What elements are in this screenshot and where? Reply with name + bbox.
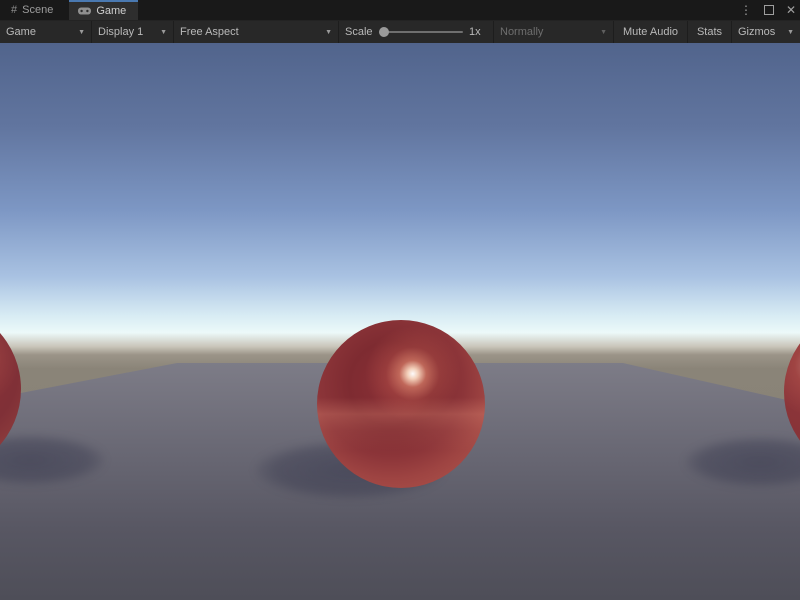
scale-slider[interactable]: [379, 21, 463, 43]
mute-audio-label: Mute Audio: [623, 26, 678, 38]
chevron-down-icon: ▼: [70, 29, 85, 36]
close-icon[interactable]: ✕: [786, 4, 796, 16]
tab-bar: # Scene Game ⋮ ✕: [0, 0, 800, 20]
scale-label: Scale: [345, 26, 373, 38]
tab-scene-label: Scene: [22, 4, 53, 16]
view-popup-label: Game: [6, 26, 36, 38]
chevron-down-icon: ▼: [592, 29, 607, 36]
window-controls: ⋮ ✕: [740, 0, 796, 20]
gizmos-label: Gizmos: [738, 26, 775, 38]
play-mode-dropdown: Normally ▼: [494, 21, 614, 43]
display-label: Display 1: [98, 26, 143, 38]
view-popup-dropdown[interactable]: Game ▼: [0, 21, 92, 43]
chevron-down-icon: ▼: [779, 29, 794, 36]
aspect-label: Free Aspect: [180, 26, 239, 38]
unity-game-window: # Scene Game ⋮ ✕ Game ▼ Display 1: [0, 0, 800, 600]
scale-slider-knob[interactable]: [379, 27, 389, 37]
gizmos-dropdown[interactable]: Gizmos ▼: [732, 21, 800, 43]
chevron-down-icon: ▼: [152, 29, 167, 36]
mute-audio-button[interactable]: Mute Audio: [614, 21, 688, 43]
tab-scene[interactable]: # Scene: [2, 0, 65, 20]
tab-game-label: Game: [96, 5, 126, 17]
scale-value: 1x: [469, 26, 487, 38]
game-viewport[interactable]: [0, 43, 800, 600]
maximize-icon[interactable]: [764, 5, 774, 15]
kebab-menu-icon[interactable]: ⋮: [740, 4, 752, 16]
game-view-toolbar: Game ▼ Display 1 ▼ Free Aspect ▼ Scale 1…: [0, 20, 800, 43]
scene-grid-icon: #: [11, 5, 17, 16]
stats-label: Stats: [697, 26, 722, 38]
red-sphere-center: [317, 320, 485, 488]
display-dropdown[interactable]: Display 1 ▼: [92, 21, 174, 43]
aspect-ratio-dropdown[interactable]: Free Aspect ▼: [174, 21, 339, 43]
gamepad-icon: [78, 7, 91, 15]
scale-control: Scale 1x: [339, 21, 494, 43]
stats-button[interactable]: Stats: [688, 21, 732, 43]
play-mode-label: Normally: [500, 26, 543, 38]
chevron-down-icon: ▼: [317, 29, 332, 36]
scale-slider-track: [379, 31, 463, 33]
tab-game[interactable]: Game: [69, 0, 138, 20]
